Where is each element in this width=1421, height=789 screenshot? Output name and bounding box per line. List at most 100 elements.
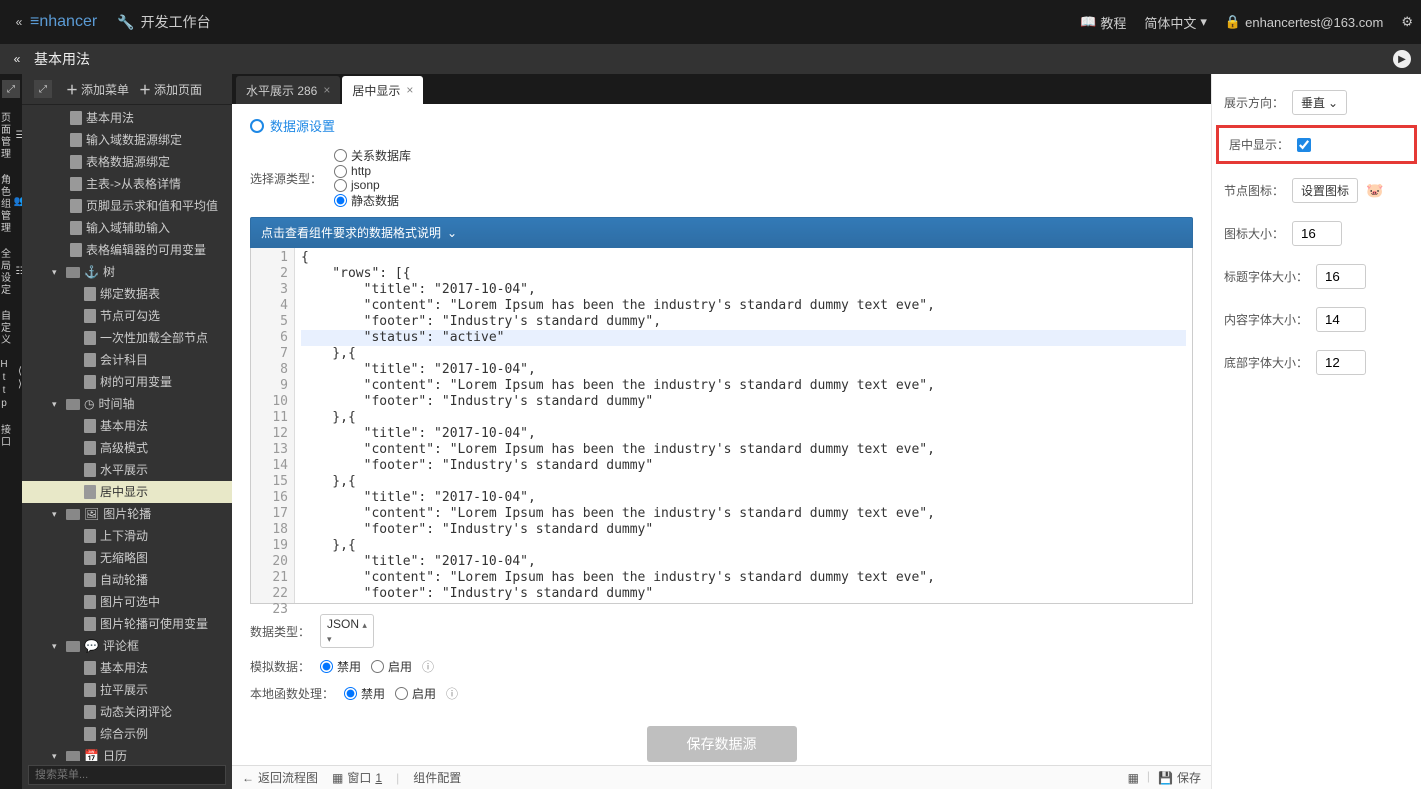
node-icon-select[interactable]: 设置图标 xyxy=(1292,178,1358,203)
data-type-label: 数据类型： xyxy=(250,623,310,640)
mock-data-label: 模拟数据： xyxy=(250,658,310,675)
folder-icon xyxy=(66,267,80,278)
expand-sidebar-icon[interactable]: ⤢ xyxy=(34,80,52,98)
tree-file[interactable]: 水平展示 xyxy=(22,459,232,481)
tree-label: 无缩略图 xyxy=(100,549,148,567)
code-editor[interactable]: 1234567891011121314151617181920212223 { … xyxy=(250,248,1193,604)
file-icon xyxy=(84,661,96,675)
tutorials-link[interactable]: 📖 教程 xyxy=(1080,13,1126,32)
tree-label: 基本用法 xyxy=(100,659,148,677)
collapse-left-icon[interactable]: « xyxy=(8,15,30,29)
user-menu[interactable]: 🔒 enhancertest@163.com xyxy=(1225,14,1383,30)
tree-file[interactable]: 基本用法 xyxy=(22,107,232,129)
tree-label: 水平展示 xyxy=(100,461,148,479)
tree-file[interactable]: 图片可选中 xyxy=(22,591,232,613)
widget-config-tab[interactable]: 组件配置 xyxy=(413,769,461,786)
collapse-sub-icon[interactable]: « xyxy=(6,52,28,66)
source-type-radio[interactable]: jsonp xyxy=(334,178,411,192)
tree-file[interactable]: 图片轮播可使用变量 xyxy=(22,613,232,635)
source-type-radio[interactable]: 静态数据 xyxy=(334,192,411,209)
title-size-input[interactable] xyxy=(1316,264,1366,289)
tree-file[interactable]: 无缩略图 xyxy=(22,547,232,569)
tree-file[interactable]: 拉平展示 xyxy=(22,679,232,701)
tree-file[interactable]: 表格编辑器的可用变量 xyxy=(22,239,232,261)
tree-label: 绑定数据表 xyxy=(100,285,160,303)
datasource-settings-header[interactable]: 数据源设置 xyxy=(250,116,1193,135)
tree-label: 居中显示 xyxy=(100,483,148,501)
play-icon[interactable]: ▶ xyxy=(1393,50,1411,68)
grid-view-icon[interactable]: ▦ xyxy=(1128,769,1139,786)
tree-file[interactable]: 输入域辅助输入 xyxy=(22,217,232,239)
back-button[interactable]: ← 返回流程图 xyxy=(242,769,318,786)
direction-select[interactable]: 垂直⌄ xyxy=(1292,90,1347,115)
tree-file[interactable]: 会计科目 xyxy=(22,349,232,371)
folder-icon xyxy=(66,751,80,762)
tree-file[interactable]: 动态关闭评论 xyxy=(22,701,232,723)
tab[interactable]: 水平展示 286× xyxy=(236,76,340,104)
save-datasource-button[interactable]: 保存数据源 xyxy=(647,726,797,762)
expand-icon[interactable]: ⤢ xyxy=(2,80,20,98)
tree-file[interactable]: 综合示例 xyxy=(22,723,232,745)
tab[interactable]: 居中显示× xyxy=(342,76,423,104)
tree-file[interactable]: 输入域数据源绑定 xyxy=(22,129,232,151)
icon-size-input[interactable] xyxy=(1292,221,1342,246)
tree-label: 拉平展示 xyxy=(100,681,148,699)
mock-disable-radio[interactable]: 禁用 xyxy=(320,658,361,675)
language-switch[interactable]: 简体中文▾ xyxy=(1144,13,1207,32)
tree-file[interactable]: 页脚显示求和值和平均值 xyxy=(22,195,232,217)
add-menu-button[interactable]: ＋添加菜单 xyxy=(66,81,129,98)
tree-folder[interactable]: ▾💬评论框 xyxy=(22,635,232,657)
chevron-down-icon: ▾ xyxy=(52,637,62,655)
localfn-disable-radio[interactable]: 禁用 xyxy=(344,685,385,702)
info-icon[interactable]: ⓘ xyxy=(446,685,458,702)
folder-type-icon: ⚓ xyxy=(84,263,99,281)
close-icon[interactable]: × xyxy=(323,83,330,97)
footer-bar: ← 返回流程图 ▦ 窗口 1 | 组件配置 ▦ | 💾 保存 xyxy=(232,765,1211,789)
tree-file[interactable]: 表格数据源绑定 xyxy=(22,151,232,173)
tree-folder[interactable]: ▾◷时间轴 xyxy=(22,393,232,415)
tree-file[interactable]: 上下滑动 xyxy=(22,525,232,547)
chevron-down-icon: ⌄ xyxy=(447,226,457,240)
tree-label: 树 xyxy=(103,263,115,281)
format-help-banner[interactable]: 点击查看组件要求的数据格式说明 ⌄ xyxy=(250,217,1193,248)
tree-label: 基本用法 xyxy=(86,109,134,127)
settings-icon[interactable]: ⚙ xyxy=(1401,14,1413,30)
tree-file[interactable]: 主表->从表格详情 xyxy=(22,173,232,195)
source-type-radio[interactable]: http xyxy=(334,164,411,178)
tree-file[interactable]: 高级模式 xyxy=(22,437,232,459)
tree-file[interactable]: 节点可勾选 xyxy=(22,305,232,327)
tree-label: 图片可选中 xyxy=(100,593,160,611)
file-icon xyxy=(70,155,82,169)
center-display-checkbox[interactable] xyxy=(1297,138,1311,152)
tree-file[interactable]: 基本用法 xyxy=(22,415,232,437)
tree-file[interactable]: 树的可用变量 xyxy=(22,371,232,393)
piggy-icon: 🐷 xyxy=(1366,182,1383,199)
file-icon xyxy=(84,485,96,499)
wrench-icon: 🔧 xyxy=(117,14,134,31)
add-page-button[interactable]: ＋添加页面 xyxy=(139,81,202,98)
window-tab[interactable]: ▦ 窗口 1 xyxy=(332,769,382,786)
data-type-select[interactable]: JSON ▴▾ xyxy=(320,614,374,648)
sidebar-search-input[interactable] xyxy=(28,765,226,785)
content-size-label: 内容字体大小： xyxy=(1224,311,1308,328)
footer-save-button[interactable]: 💾 保存 xyxy=(1158,769,1201,786)
close-icon[interactable]: × xyxy=(406,83,413,97)
tree-file[interactable]: 一次性加载全部节点 xyxy=(22,327,232,349)
tree-file[interactable]: 绑定数据表 xyxy=(22,283,232,305)
tree-folder[interactable]: ▾⚓树 xyxy=(22,261,232,283)
tree-label: 图片轮播可使用变量 xyxy=(100,615,208,633)
localfn-enable-radio[interactable]: 启用 xyxy=(395,685,436,702)
info-icon[interactable]: ⓘ xyxy=(422,658,434,675)
tree-file[interactable]: 基本用法 xyxy=(22,657,232,679)
mock-enable-radio[interactable]: 启用 xyxy=(371,658,412,675)
tree-file[interactable]: 自动轮播 xyxy=(22,569,232,591)
workbench-link[interactable]: 🔧 开发工作台 xyxy=(117,12,210,32)
main-area: 水平展示 286×居中显示× 数据源设置 选择源类型： 关系数据库httpjso… xyxy=(232,74,1211,789)
logo: ≡nhancer xyxy=(30,13,97,31)
tree-file[interactable]: 居中显示 xyxy=(22,481,232,503)
content-size-input[interactable] xyxy=(1316,307,1366,332)
source-type-radio[interactable]: 关系数据库 xyxy=(334,147,411,164)
folder-type-icon: 🖼 xyxy=(84,505,99,523)
footer-size-input[interactable] xyxy=(1316,350,1366,375)
tree-folder[interactable]: ▾🖼图片轮播 xyxy=(22,503,232,525)
